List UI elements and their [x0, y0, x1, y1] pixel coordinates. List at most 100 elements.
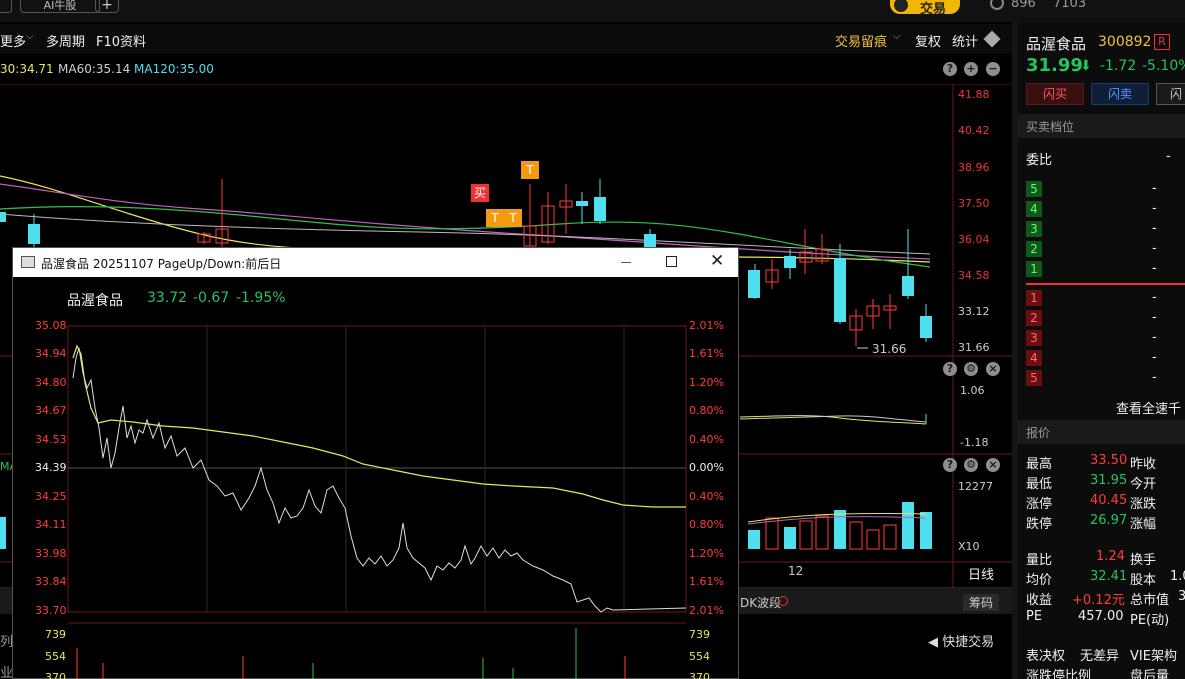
price-change-pct: -5.10%	[1142, 58, 1185, 74]
multi-period-button[interactable]: 多周期	[46, 31, 85, 50]
sell-level-badge: 5	[1026, 181, 1042, 197]
settings-icon[interactable]: ⚙	[964, 458, 978, 472]
more-menu[interactable]: 更多	[0, 31, 26, 50]
axis-tick: 34.67	[35, 404, 67, 417]
collapse-icon[interactable]: −	[986, 62, 1000, 76]
sell-level-badge: 4	[1026, 201, 1042, 217]
stat-value: 32.41	[1090, 569, 1128, 584]
voting-right-value: 无差异	[1080, 649, 1120, 664]
down-arrow-icon: ⬇	[1080, 58, 1092, 74]
maximize-icon[interactable]	[666, 256, 677, 267]
price-change: -1.72	[1100, 58, 1137, 74]
price-tick: 34.58	[958, 269, 990, 282]
price-tick: 41.88	[958, 88, 990, 101]
t-marker[interactable]: T	[504, 209, 522, 227]
axis-tick: 34.80	[35, 376, 67, 389]
tab-chips[interactable]: 筹码	[963, 594, 1000, 611]
f10-button[interactable]: F10资料	[96, 31, 146, 50]
axis-tick: 34.11	[35, 518, 67, 531]
close-icon[interactable]: ×	[986, 362, 1000, 376]
flash-buy-button[interactable]: 闪买	[1026, 83, 1084, 105]
help-icon[interactable]: ?	[943, 62, 957, 76]
quote-title: 报价	[1026, 426, 1051, 440]
speaker-icon: ◀	[928, 635, 938, 650]
add-tab-button[interactable]: +	[95, 0, 119, 13]
axis-tick: 2.01%	[689, 604, 724, 617]
popup-title: 品渥食品 20251107 PageUp/Down:前后日	[41, 257, 282, 271]
stat-key: PE(动)	[1130, 613, 1170, 628]
day-line-button[interactable]: 日线	[968, 564, 994, 583]
flash-more-button[interactable]: 闪	[1156, 83, 1185, 105]
close-icon[interactable]: ×	[986, 458, 1000, 472]
sell-price-dash: -	[1152, 201, 1157, 216]
t-marker[interactable]: T	[486, 209, 504, 227]
quote-value: 33.50	[1090, 453, 1128, 468]
popup-change: -0.67	[193, 290, 230, 306]
intraday-chart[interactable]	[13, 318, 738, 679]
add-indicator-icon[interactable]: +	[964, 62, 978, 76]
quick-trade-button[interactable]: ◀ 快捷交易	[928, 631, 994, 650]
minimize-icon[interactable]	[621, 262, 631, 263]
trade-trace-menu[interactable]: 交易留痕	[835, 31, 887, 50]
voting-right-label: 表决权	[1026, 649, 1066, 664]
stat-value: +0.12元	[1072, 593, 1125, 608]
tab-ai-stocks[interactable]: AI牛股	[20, 0, 100, 13]
stats-button[interactable]: 统计	[952, 31, 978, 50]
sell-levels: 5 4 3 2 1 - - - - -	[1026, 178, 1185, 278]
buy-price-dash: -	[1152, 310, 1157, 325]
fuquan-button[interactable]: 复权	[915, 31, 941, 50]
book-divider	[1026, 283, 1185, 285]
online-count: 896	[1011, 0, 1036, 11]
chevron-down-icon: ⌵	[26, 31, 34, 42]
popup-vol-tick: 370	[689, 671, 710, 679]
buy-price-dash: -	[1152, 370, 1157, 385]
popup-vol-tick: 554	[689, 650, 710, 663]
help-icon[interactable]: ?	[943, 362, 957, 376]
quote-value: 26.97	[1090, 513, 1128, 528]
quote-key: 最高	[1026, 457, 1053, 472]
price-tick: 37.50	[958, 197, 990, 210]
quote-value: 31.95	[1090, 473, 1128, 488]
tab-unknown[interactable]	[0, 0, 12, 13]
close-icon[interactable]: ✕	[710, 251, 724, 271]
buy-level-badge: 4	[1026, 350, 1042, 366]
stat-value: 1.24	[1096, 549, 1125, 564]
buy-marker[interactable]: 买	[471, 184, 489, 202]
register-tag: R	[1154, 34, 1170, 50]
popup-left-axis: 35.08 34.94 34.80 34.67 34.53 34.39 34.2…	[35, 319, 67, 619]
buy-level-badge: 5	[1026, 370, 1042, 386]
order-book-title: 买卖档位	[1026, 120, 1075, 134]
intraday-popup[interactable]: 品渥食品 20251107 PageUp/Down:前后日 ✕ 品渥食品 33.…	[12, 247, 739, 679]
buy-level-badge: 1	[1026, 290, 1042, 306]
view-full-depth-link[interactable]: 查看全速千	[1116, 398, 1181, 417]
settings-icon[interactable]: ⚙	[964, 362, 978, 376]
help-icon[interactable]: ?	[943, 458, 957, 472]
buy-level-badge: 2	[1026, 310, 1042, 326]
axis-tick: 1.20%	[689, 376, 724, 389]
message-count: 7103	[1053, 0, 1087, 11]
weibi-value: -	[1166, 149, 1171, 164]
price-tick: 33.12	[958, 305, 990, 318]
trade-button[interactable]: 交易	[890, 0, 960, 17]
stat-key: PE	[1026, 609, 1043, 624]
tab-dk-band[interactable]: DK波段	[740, 594, 781, 611]
stat-key: 收益	[1026, 593, 1053, 608]
axis-tick: 0.40%	[689, 490, 724, 503]
date-axis-label: 12	[788, 564, 804, 578]
flash-sell-button[interactable]: 闪卖	[1091, 83, 1149, 105]
quote-table: 最高 33.50 昨收 最低 31.95 今开 涨停 40.45 涨跌 跌停 2…	[1026, 453, 1185, 533]
popup-vol-tick: 739	[45, 628, 66, 641]
quote-value: 40.45	[1090, 493, 1128, 508]
chevron-down-icon: ⌵	[893, 31, 901, 42]
axis-tick: 1.61%	[689, 575, 724, 588]
axis-tick: 34.53	[35, 433, 67, 446]
stat-value: 457.00	[1078, 609, 1124, 624]
popup-titlebar[interactable]: 品渥食品 20251107 PageUp/Down:前后日 ✕	[13, 248, 738, 277]
t-marker[interactable]: T	[521, 161, 539, 179]
trade-label: 交易	[920, 2, 947, 17]
popup-stock-name: 品渥食品	[67, 293, 123, 309]
low-price-label: 31.66	[872, 342, 907, 356]
stock-code: 300892	[1098, 34, 1152, 50]
sell-price-dash: -	[1152, 261, 1157, 276]
indicator-axis-bottom: -1.18	[960, 436, 989, 449]
